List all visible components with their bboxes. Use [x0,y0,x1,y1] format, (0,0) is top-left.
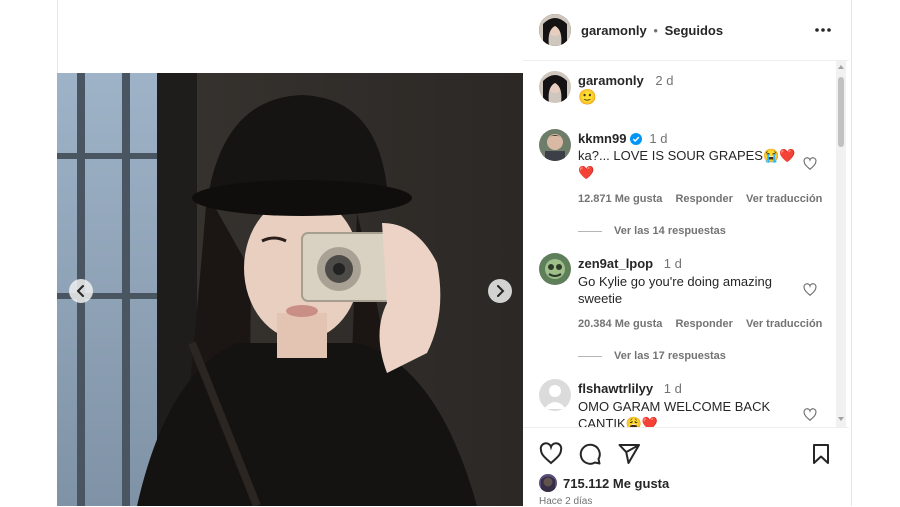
comment-text-line1: Go Kylie go you're doing amazing [578,274,772,289]
like-comment-button[interactable] [803,408,817,427]
share-button[interactable] [617,442,641,471]
comment-avatar[interactable] [539,379,571,411]
caption-header: garamonly 2 d [578,73,673,88]
previous-photo-button[interactable] [69,279,93,303]
chevron-right-icon [497,285,505,297]
more-options-button[interactable] [813,22,833,38]
follow-state-button[interactable]: Seguidos [665,23,724,38]
like-comment-button[interactable] [803,283,817,302]
comment-3-header: flshawtrlilyy 1 d [578,381,682,396]
translate-button[interactable]: Ver traducción [746,318,822,330]
next-photo-button[interactable] [488,279,512,303]
comment-text-line2: sweetie [578,291,623,306]
save-button[interactable] [809,442,833,471]
replies-divider [578,230,602,232]
replies-divider [578,355,602,357]
reply-button[interactable]: Responder [675,318,732,330]
view-replies-button[interactable]: Ver las 14 respuestas [578,225,726,237]
heart-icon [803,283,817,297]
post-photo-image [57,73,523,506]
comment-avatar[interactable] [539,253,571,285]
avatar-image [539,14,571,46]
post-photo[interactable] [57,73,523,506]
comment-1-header: kkmn99 1 d [578,131,668,146]
verified-badge-icon [630,132,643,145]
like-post-button[interactable] [539,442,563,471]
view-replies-label: Ver las 14 respuestas [614,225,726,237]
heart-icon [803,157,817,171]
post-side-panel: garamonly • Seguidos garamonly 2 d 🙂 kkm… [523,0,849,507]
comment-button[interactable] [578,442,602,471]
translate-button[interactable]: Ver traducción [746,193,822,205]
comment-time[interactable]: 1 d [664,381,682,396]
comment-username[interactable]: zen9at_lpop [578,256,653,271]
comment-time[interactable]: 1 d [649,131,667,146]
default-avatar-icon [539,379,571,411]
comment-username[interactable]: flshawtrlilyy [578,381,653,396]
comments-list: garamonly 2 d 🙂 kkmn99 1 d ka?... LOVE I… [523,61,849,427]
comment-text-line2: ❤️ [578,165,595,180]
comment-likes[interactable]: 20.384 Me gusta [578,318,662,330]
like-comment-button[interactable] [803,157,817,176]
header-user-line: garamonly • Seguidos [581,23,723,38]
comment-avatar[interactable] [539,129,571,161]
chevron-left-icon [76,285,84,297]
send-icon [618,444,640,464]
post-actions: 715.112 Me gusta Hace 2 días [523,427,849,507]
view-replies-button[interactable]: Ver las 17 respuestas [578,350,726,362]
comment-text-line1: OMO GARAM WELCOME BACK [578,399,771,414]
author-avatar[interactable] [539,14,571,46]
caption-username[interactable]: garamonly [578,73,644,88]
caption-avatar[interactable] [539,71,571,103]
comment-likes[interactable]: 12.871 Me gusta [578,193,662,205]
comment-text-line2: CANTIK😩❤️ [578,416,659,427]
avatar-image [539,71,571,103]
post-header: garamonly • Seguidos [523,0,849,61]
avatar-image [539,253,571,285]
comment-time[interactable]: 1 d [664,256,682,271]
comment-2-header: zen9at_lpop 1 d [578,256,682,271]
comment-meta: 12.871 Me gusta Responder Ver traducción [578,193,822,205]
reply-button[interactable]: Responder [675,193,732,205]
caption-time[interactable]: 2 d [655,73,673,88]
header-separator: • [653,23,658,38]
heart-icon [803,408,817,422]
heart-icon [539,442,563,465]
scrollbar-track [836,61,846,427]
comment-icon [579,443,601,465]
caption-text: 🙂 [578,89,597,106]
comment-text-line1: ka?... LOVE IS SOUR GRAPES😭❤️ [578,148,796,163]
view-replies-label: Ver las 17 respuestas [614,350,726,362]
likes-count[interactable]: 715.112 Me gusta [563,476,669,491]
liker-avatar[interactable] [539,474,557,492]
comments-scrollbar[interactable] [836,61,846,427]
more-horizontal-icon [815,28,831,32]
post-date[interactable]: Hace 2 días [539,496,592,507]
avatar-image [539,129,571,161]
author-username[interactable]: garamonly [581,23,647,38]
comment-meta: 20.384 Me gusta Responder Ver traducción [578,318,822,330]
comment-username[interactable]: kkmn99 [578,131,626,146]
bookmark-icon [813,444,829,464]
avatar-image [539,474,557,492]
likes-summary: 715.112 Me gusta [539,474,669,492]
